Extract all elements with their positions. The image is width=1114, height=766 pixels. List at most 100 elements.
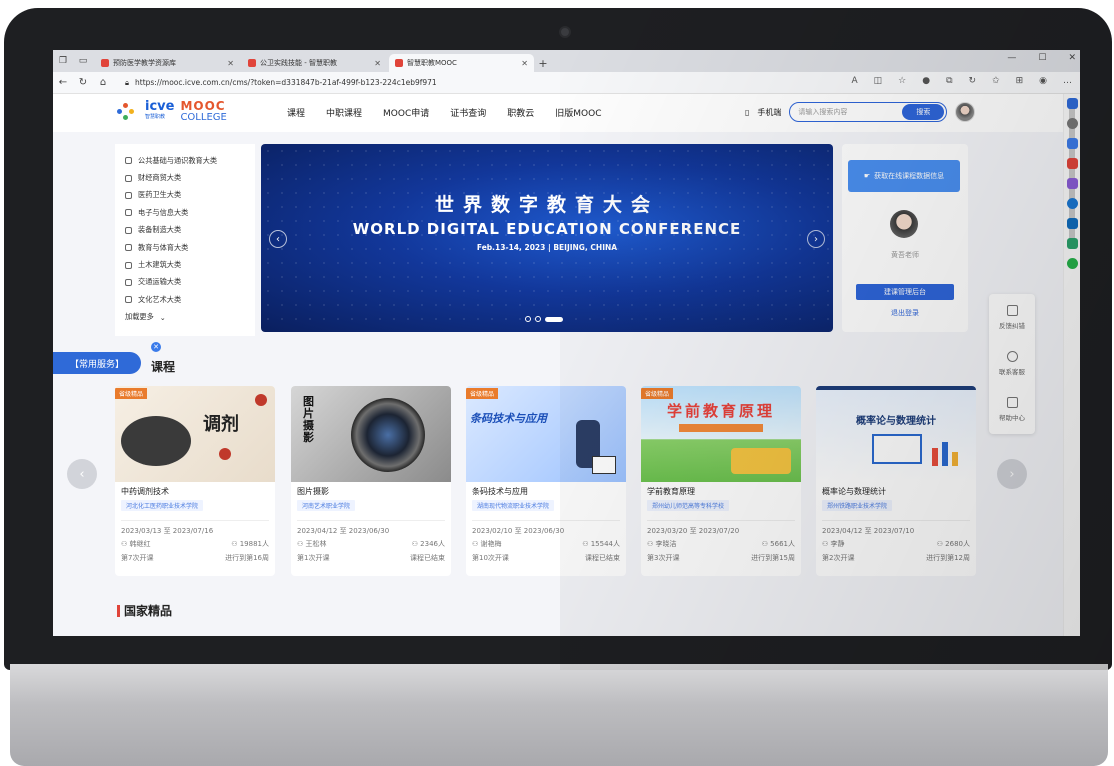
refresh-icon[interactable]: ↻ <box>969 76 977 86</box>
category-list: 公共基础与通识教育大类 财经商贸大类 医药卫生大类 电子与信息大类 装备制造大类… <box>115 144 255 336</box>
reload-icon[interactable]: ↻ <box>73 77 93 88</box>
chevron-left-icon[interactable]: ‹ <box>67 459 97 489</box>
page-dot[interactable] <box>535 316 541 322</box>
tab-list-icon[interactable]: ▭ <box>73 50 93 72</box>
sidebar-shopping-icon[interactable] <box>1067 158 1078 169</box>
help-item[interactable]: 帮助中心 <box>989 386 1035 432</box>
category-item[interactable]: 公共基础与通识教育大类 <box>125 152 245 169</box>
course-image: 概率论与数理统计 <box>816 386 976 482</box>
banner-pagination <box>525 316 563 322</box>
support-item[interactable]: 联系客服 <box>989 340 1035 386</box>
sidebar-games-icon[interactable] <box>1067 178 1078 189</box>
user-panel: ☛ 获取在线课程数据信息 黄吾老师 建课管理后台 退出登录 <box>842 144 968 332</box>
chevron-right-icon[interactable]: › <box>997 459 1027 489</box>
menu-item-old-mooc[interactable]: 旧版MOOC <box>555 106 601 119</box>
people-icon: ⚇ <box>231 540 238 548</box>
category-item[interactable]: 交通运输大类 <box>125 274 245 291</box>
tab-actions-icon[interactable]: ❐ <box>53 50 73 72</box>
close-icon[interactable]: ✕ <box>151 342 161 352</box>
people-icon: ⚇ <box>582 540 589 548</box>
sidebar-outlook-icon[interactable] <box>1067 218 1078 229</box>
category-item[interactable]: 财经商贸大类 <box>125 169 245 186</box>
menu-item-secondary[interactable]: 中职课程 <box>326 106 362 119</box>
menu-item-cloud[interactable]: 职教云 <box>507 106 534 119</box>
sidebar-app-icon[interactable] <box>1067 238 1078 249</box>
category-item[interactable]: 教育与体育大类 <box>125 239 245 256</box>
category-item[interactable]: 医药卫生大类 <box>125 187 245 204</box>
course-card[interactable]: 调剂 省级精品 中药调剂技术 河北化工医药职业技术学院 2023/03/13 至… <box>115 386 275 576</box>
feedback-item[interactable]: 反馈纠错 <box>989 294 1035 340</box>
favorites-icon[interactable]: ✩ <box>992 76 1000 86</box>
services-tab[interactable]: 【常用服务】 <box>53 352 141 374</box>
banner-pattern <box>261 144 833 332</box>
people-icon: ⚇ <box>411 540 418 548</box>
course-dates: 2023/02/10 至 2023/06/30 <box>472 527 565 535</box>
page-dot[interactable] <box>525 316 531 322</box>
browser-tab-active[interactable]: 智慧职教MOOC ✕ <box>389 54 534 72</box>
category-icon <box>125 278 132 286</box>
more-icon[interactable]: … <box>1063 76 1072 86</box>
lock-icon: 🔒︎ <box>125 77 129 87</box>
profile-icon[interactable]: ◉ <box>1039 76 1047 86</box>
hero-banner[interactable]: 世界数字教育大会 WORLD DIGITAL EDUCATION CONFERE… <box>261 144 833 332</box>
close-icon[interactable]: ✕ <box>521 59 528 68</box>
url-field[interactable]: 🔒︎ https://mooc.icve.com.cn/cms/?token=d3… <box>119 75 739 91</box>
banner-title-en: WORLD DIGITAL EDUCATION CONFERENCE <box>352 220 742 238</box>
site-favicon-icon <box>248 59 256 67</box>
course-card[interactable]: 概率论与数理统计 概率论与数理统计 郑州铁路职业技术学院 2023/04/12 … <box>816 386 976 576</box>
get-data-button[interactable]: ☛ 获取在线课程数据信息 <box>848 160 960 192</box>
section-title: 课程 <box>151 360 176 374</box>
close-icon[interactable]: ✕ <box>374 59 381 68</box>
mobile-link[interactable]: 手机端 <box>757 107 781 118</box>
webcam-icon <box>559 26 571 38</box>
manage-button[interactable]: 建课管理后台 <box>856 284 954 300</box>
split-icon[interactable]: ◫ <box>874 76 883 86</box>
sidebar-bell-icon[interactable] <box>1067 98 1078 109</box>
logo[interactable]: icve 智慧职教 MOOC COLLEGE <box>117 100 227 123</box>
category-item[interactable]: 文化艺术大类 <box>125 291 245 308</box>
menu-item-mooc-apply[interactable]: MOOC申请 <box>383 106 429 119</box>
sidebar-tools-icon[interactable] <box>1067 198 1078 209</box>
category-icon <box>125 191 132 199</box>
help-icon <box>1006 396 1018 408</box>
category-item[interactable]: 土木建筑大类 <box>125 256 245 273</box>
banner-subtitle: Feb.13-14, 2023 | BEIJING, CHINA <box>476 243 618 252</box>
course-card[interactable]: 图片摄影 图片摄影 河南艺术职业学院 2023/04/12 至 2023/06/… <box>291 386 451 576</box>
extension-icon[interactable]: ● <box>922 76 930 86</box>
search-button[interactable]: 搜索 <box>902 104 945 120</box>
avatar[interactable] <box>955 102 976 122</box>
course-dates: 2023/03/20 至 2023/07/20 <box>647 527 740 535</box>
course-progress: 课程已结束 <box>410 554 445 562</box>
course-card[interactable]: 条码技术与应用 省级精品 条码技术与应用 湖南现代物流职业技术学院 2023/0… <box>466 386 626 576</box>
page-dot-active[interactable] <box>545 316 563 322</box>
close-icon[interactable]: ✕ <box>227 59 234 68</box>
collections-icon[interactable]: ⧉ <box>946 76 952 86</box>
load-more-link[interactable]: 加载更多 ⌄ <box>125 309 245 326</box>
menu-item-certificate[interactable]: 证书查询 <box>450 106 486 119</box>
category-item[interactable]: 装备制造大类 <box>125 222 245 239</box>
new-tab-icon[interactable]: + <box>534 54 552 72</box>
course-card[interactable]: 学前教育原理 省级精品 学前教育原理 郑州幼儿师范高等专科学校 2023/03/… <box>641 386 801 576</box>
collections-icon[interactable]: ⊞ <box>1016 76 1024 86</box>
sidebar-search-icon[interactable] <box>1067 118 1078 129</box>
course-students: ⚇ 2680人 <box>936 540 970 548</box>
minimize-icon[interactable]: — <box>1007 53 1016 63</box>
browser-tab[interactable]: 预防医学教学资源库 ✕ <box>95 54 240 72</box>
menu-item-courses[interactable]: 课程 <box>287 106 305 119</box>
back-icon[interactable]: ← <box>53 77 73 88</box>
sidebar-chat-icon[interactable] <box>1067 258 1078 269</box>
search-input[interactable]: 请输入搜索内容 <box>790 107 902 117</box>
mobile-icon[interactable]: ▯ <box>745 108 749 117</box>
sidebar-tag-icon[interactable] <box>1067 138 1078 149</box>
browser-tab[interactable]: 公卫实践技能 - 智慧职教 ✕ <box>242 54 387 72</box>
category-item[interactable]: 电子与信息大类 <box>125 204 245 221</box>
favorite-star-icon[interactable]: ☆ <box>898 76 906 86</box>
home-icon[interactable]: ⌂ <box>93 77 113 88</box>
course-school: 河南艺术职业学院 <box>297 500 356 511</box>
chevron-left-icon[interactable]: ‹ <box>269 230 287 248</box>
read-aloud-icon[interactable]: A <box>851 76 857 86</box>
logout-link[interactable]: 退出登录 <box>842 308 968 318</box>
chevron-right-icon[interactable]: › <box>807 230 825 248</box>
maximize-icon[interactable]: ☐ <box>1038 53 1046 63</box>
close-window-icon[interactable]: ✕ <box>1068 53 1076 63</box>
